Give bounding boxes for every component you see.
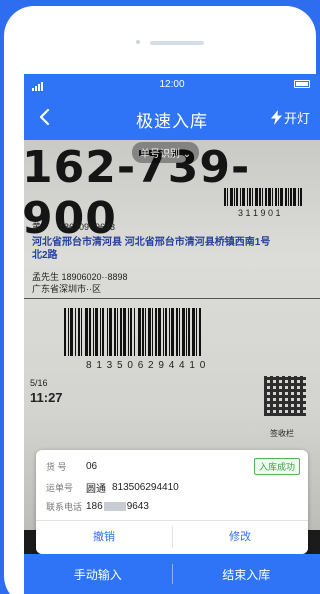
waybill-row: 运单号 圆通 813506294410 <box>46 480 179 495</box>
status-bar: 12:00 <box>24 74 320 96</box>
waybill-key: 运单号 <box>46 483 74 493</box>
finish-stock-in-button[interactable]: 结束入库 <box>173 554 320 594</box>
card-divider <box>36 520 308 521</box>
edit-button[interactable]: 修改 <box>172 528 308 544</box>
result-card: 货 号 06 入库成功 运单号 圆通 813506294410 联系电话 186… <box>36 450 308 554</box>
address-line-2: 北2路 <box>32 250 58 261</box>
cancel-button[interactable]: 撤销 <box>36 528 172 544</box>
frame-line <box>24 298 320 299</box>
top-barcode <box>224 188 302 206</box>
phone-redaction <box>103 502 126 511</box>
nav-bar: 极速入库 开灯 <box>24 96 320 140</box>
status-badge: 入库成功 <box>253 458 300 475</box>
address-line: 河北省邢台市清河县 河北省邢台市清河县桥镇西南1号 <box>32 237 271 248</box>
courier-name: 圆通 <box>86 484 106 495</box>
app-screen: 12:00 极速入库 开灯 162-739-900 单号识别 ⌄ 3 1 1 9… <box>24 74 320 594</box>
top-barcode-digits: 3 1 1 9 0 1 <box>238 208 281 218</box>
phone-key: 联系电话 <box>46 502 83 512</box>
sender-line: 黄 186309··9643 <box>32 222 116 232</box>
waybill-value: 813506294410 <box>112 482 179 493</box>
shelf-row: 货 号 06 <box>46 460 97 473</box>
flash-icon <box>270 110 282 125</box>
bottom-bar: 手动输入 结束入库 <box>24 554 320 594</box>
speaker-grille <box>150 41 204 45</box>
main-barcode-digits: 8 1 3 5 0 6 2 9 4 4 1 0 <box>86 360 207 371</box>
phone-suffix: 9643 <box>126 501 149 512</box>
shelf-value: 06 <box>86 461 98 472</box>
phone-row: 联系电话 186 9643 <box>46 500 149 513</box>
manual-input-button[interactable]: 手动输入 <box>24 554 172 594</box>
main-barcode <box>64 308 201 356</box>
shelf-key: 货 号 <box>46 462 67 472</box>
recipient-address: 广东省深圳市··区 <box>32 284 101 294</box>
scan-hint[interactable]: 单号识别 ⌄ <box>132 142 200 163</box>
qr-code <box>264 376 306 416</box>
battery-icon <box>294 80 310 88</box>
phone-prefix: 186 <box>86 501 103 512</box>
torch-button[interactable]: 开灯 <box>270 108 310 127</box>
status-time: 12:00 <box>159 79 185 90</box>
torch-label: 开灯 <box>283 111 310 126</box>
print-date: 5/16 <box>30 378 48 388</box>
sign-field-label: 签收栏 <box>270 429 294 438</box>
print-time: 11:27 <box>30 390 63 405</box>
front-camera <box>136 40 140 44</box>
